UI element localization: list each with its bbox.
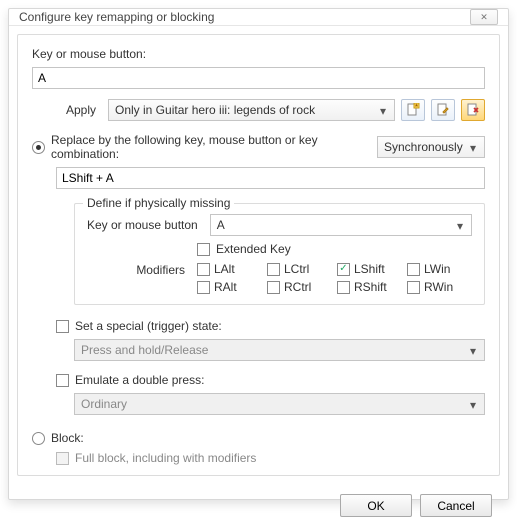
replace-radio[interactable] [32,141,45,154]
mod-ralt-label: RAlt [214,280,237,294]
mod-rwin-check[interactable] [407,281,420,294]
titlebar: Configure key remapping or blocking ✕ [9,9,508,26]
dialog: Configure key remapping or blocking ✕ Ke… [8,8,509,500]
document-new-icon: ★ [406,103,420,117]
trigger-dropdown[interactable]: Press and hold/Release ▾ [74,339,485,361]
block-label: Block: [51,431,84,445]
double-check[interactable] [56,374,69,387]
mod-ralt-check[interactable] [197,281,210,294]
key-input[interactable] [32,67,485,89]
phys-key-value: A [217,218,225,232]
close-icon: ✕ [480,12,488,23]
combo-input[interactable] [56,167,485,189]
mod-lalt-label: LAlt [214,262,235,276]
mod-lwin-check[interactable] [407,263,420,276]
full-block-check [56,452,69,465]
mod-lshift-label: LShift [354,262,385,276]
content: Key or mouse button: Apply Only in Guita… [17,34,500,476]
chevron-down-icon: ▾ [466,398,480,412]
document-edit-icon [436,103,450,117]
modifiers-grid: LAlt LCtrl LShift LWin RAlt RCtrl RShift… [197,262,467,294]
key-label: Key or mouse button: [32,47,485,61]
cancel-button[interactable]: Cancel [420,494,492,517]
mod-lctrl-check[interactable] [267,263,280,276]
mod-lalt-check[interactable] [197,263,210,276]
phys-key-dropdown[interactable]: A ▾ [210,214,472,236]
block-radio[interactable] [32,432,45,445]
phys-key-label: Key or mouse button [87,218,204,232]
mod-rctrl-check[interactable] [267,281,280,294]
trigger-check[interactable] [56,320,69,333]
mod-lshift-check[interactable] [337,263,350,276]
footer: OK Cancel [9,484,508,529]
double-label: Emulate a double press: [75,373,204,387]
mod-rctrl-label: RCtrl [284,280,311,294]
chevron-down-icon: ▾ [453,219,467,233]
extended-key-label: Extended Key [216,242,291,256]
mod-lctrl-label: LCtrl [284,262,309,276]
chevron-down-icon: ▾ [466,141,480,155]
apply-label: Apply [32,103,102,117]
mod-rshift-label: RShift [354,280,387,294]
sync-value: Synchronously [384,140,463,154]
mod-lwin-label: LWin [424,262,450,276]
sync-dropdown[interactable]: Synchronously ▾ [377,136,485,158]
extended-key-check[interactable] [197,243,210,256]
mod-rshift-check[interactable] [337,281,350,294]
chevron-down-icon: ▾ [466,344,480,358]
trigger-value: Press and hold/Release [81,343,208,357]
mod-rwin-label: RWin [424,280,453,294]
modifiers-label: Modifiers [87,262,191,277]
svg-text:★: ★ [414,103,419,109]
group-legend: Define if physically missing [83,196,234,210]
apply-value: Only in Guitar hero iii: legends of rock [115,103,315,117]
edit-profile-button[interactable] [431,99,455,121]
new-profile-button[interactable]: ★ [401,99,425,121]
chevron-down-icon: ▾ [376,104,390,118]
delete-profile-button[interactable] [461,99,485,121]
replace-label: Replace by the following key, mouse butt… [51,133,371,161]
apply-dropdown[interactable]: Only in Guitar hero iii: legends of rock… [108,99,395,121]
trigger-label: Set a special (trigger) state: [75,319,222,333]
double-value: Ordinary [81,397,127,411]
full-block-label: Full block, including with modifiers [75,451,256,465]
double-dropdown[interactable]: Ordinary ▾ [74,393,485,415]
document-delete-icon [466,103,480,117]
dialog-title: Configure key remapping or blocking [19,10,214,24]
ok-button[interactable]: OK [340,494,412,517]
close-button[interactable]: ✕ [470,9,498,25]
